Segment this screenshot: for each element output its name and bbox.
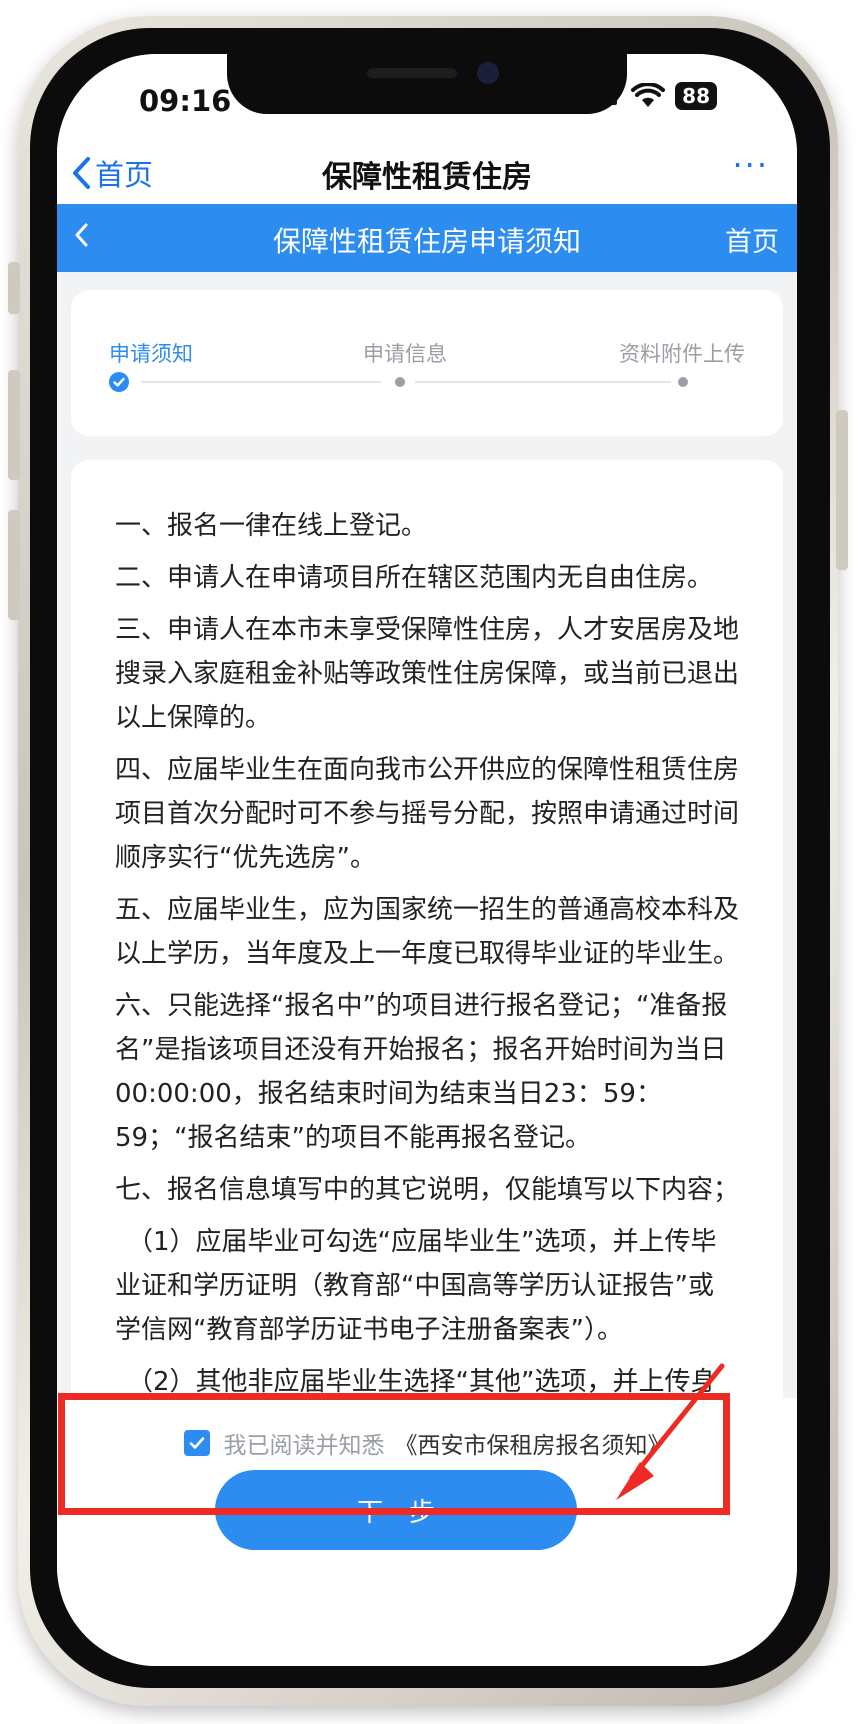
notice-paragraph: （1）应届毕业可勾选“应届毕业生”选项，并上传毕业证和学历证明（教育部“中国高等…: [115, 1227, 717, 1345]
status-indicators: 88: [607, 82, 717, 110]
chevron-left-icon: [75, 223, 88, 247]
app-header: 保障性租赁住房申请须知 首页: [57, 204, 797, 272]
more-menu-button[interactable]: ···: [732, 146, 769, 184]
step-connector-line: [141, 381, 381, 383]
phone-volume-down-button: [8, 510, 20, 620]
nav-title: 保障性租赁住房: [322, 160, 532, 195]
status-time: 09:16: [139, 84, 232, 118]
step-connector-line: [415, 381, 671, 383]
front-camera: [477, 62, 499, 84]
battery-icon: 88: [675, 82, 717, 110]
notch-speaker: [367, 68, 457, 78]
header-back-button[interactable]: [73, 220, 91, 254]
notice-body: 一、报名一律在线上登记。 二、申请人在申请项目所在辖区范围内无自由住房。 三、申…: [71, 460, 783, 1460]
nav-bar: 首页 保障性租赁住房 ···: [57, 144, 797, 204]
notice-paragraph: 一、报名一律在线上登记。: [115, 511, 428, 541]
step-indicator: 申请须知 申请信息 资料附件上传: [71, 290, 783, 436]
phone-volume-up-button: [8, 370, 20, 480]
header-home-link[interactable]: 首页: [725, 220, 779, 259]
notice-paragraph: 六、只能选择“报名中”的项目进行报名登记；“准备报名”是指该项目还没有开始报名；…: [115, 991, 728, 1153]
step-1-label: 申请须知: [109, 342, 193, 366]
notice-paragraph: 二、申请人在申请项目所在辖区范围内无自由住房。: [115, 563, 714, 593]
phone-power-button: [836, 410, 848, 570]
notice-paragraph: 五、应届毕业生，应为国家统一招生的普通高校本科及以上学历，当年度及上一年度已取得…: [115, 895, 740, 969]
notch: [227, 54, 627, 114]
wifi-icon: [631, 83, 666, 107]
notice-paragraph: 七、报名信息填写中的其它说明，仅能填写以下内容；: [115, 1175, 740, 1205]
step-3-dot: [678, 377, 688, 387]
notice-paragraph: 三、申请人在本市未享受保障性住房，人才安居房及地搜录入家庭租金补贴等政策性住房保…: [115, 615, 740, 733]
notice-paragraph: 四、应届毕业生在面向我市公开供应的保障性租赁住房项目首次分配时可不参与摇号分配，…: [115, 755, 740, 873]
nav-back-button[interactable]: 首页: [71, 152, 153, 194]
phone-side-button: [8, 262, 20, 314]
chevron-left-icon: [73, 157, 90, 189]
notice-card: 一、报名一律在线上登记。 二、申请人在申请项目所在辖区范围内无自由住房。 三、申…: [71, 460, 783, 1460]
step-1-check-icon: [109, 372, 129, 392]
header-title: 保障性租赁住房申请须知: [272, 225, 581, 258]
annotation-highlight-box: [58, 1393, 730, 1515]
signal-icon: [611, 99, 618, 105]
step-2-label: 申请信息: [363, 342, 447, 366]
nav-back-label: 首页: [95, 158, 154, 192]
step-3-label: 资料附件上传: [619, 342, 745, 366]
status-bar: 09:16 88: [57, 54, 797, 144]
step-2-dot: [395, 377, 405, 387]
